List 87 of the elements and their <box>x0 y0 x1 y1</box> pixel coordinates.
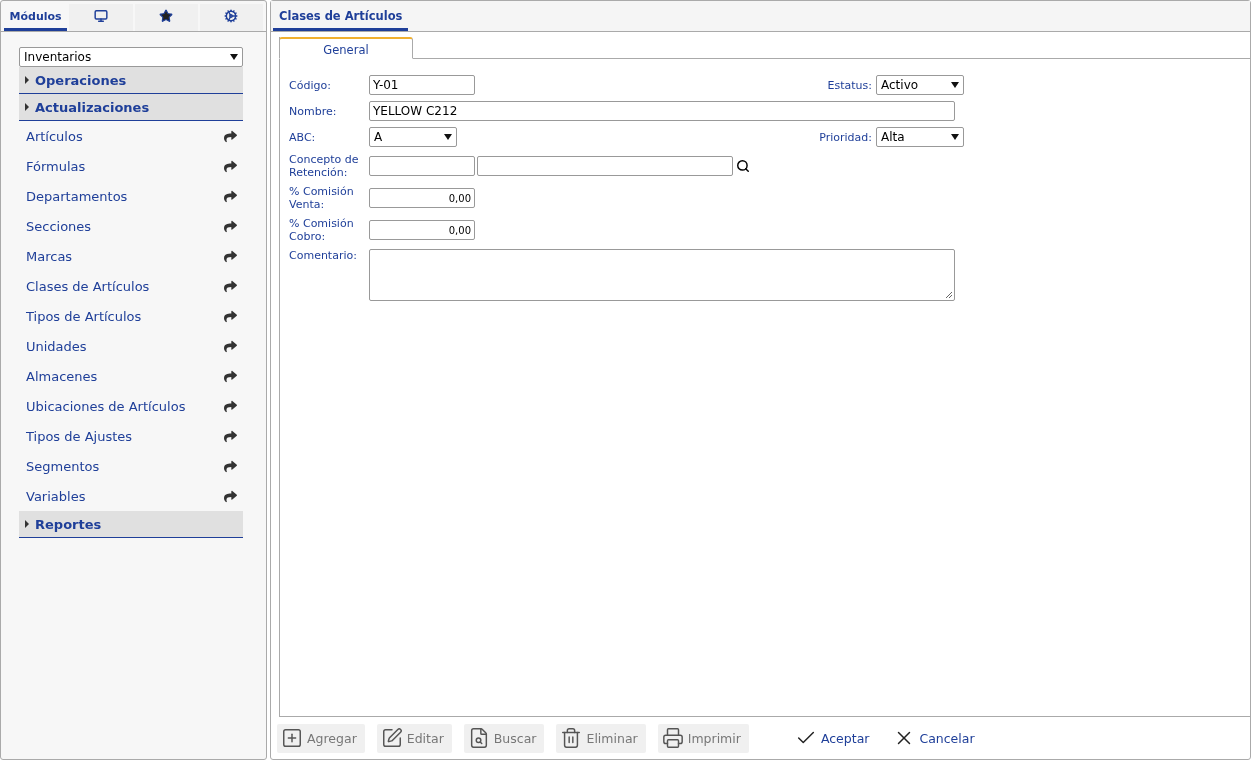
menu-item-label: Departamentos <box>26 188 128 204</box>
add-icon <box>281 727 303 749</box>
menu-item-label: Secciones <box>26 218 92 234</box>
expand-icon <box>25 103 29 111</box>
share-arrow-icon <box>224 219 237 233</box>
menu-item-label: Unidades <box>26 338 87 354</box>
comment-field[interactable] <box>369 249 955 301</box>
monitor-icon <box>93 9 108 23</box>
menu-item-label: Tipos de Ajustes <box>26 428 133 444</box>
trash-icon <box>560 727 583 749</box>
star-icon <box>159 9 174 23</box>
abc-select[interactable]: A <box>369 127 457 147</box>
input-field[interactable]: Y-01 <box>369 75 475 95</box>
field-label: Prioridad: <box>819 130 872 144</box>
sidebar-tab[interactable] <box>69 4 133 31</box>
menu-item-label: Clases de Artículos <box>26 278 150 294</box>
menu-item-label: Marcas <box>26 248 73 264</box>
section-header[interactable]: Actualizaciones <box>19 94 243 121</box>
input-field[interactable]: 0,00 <box>369 188 475 208</box>
field-label: % Comisión Venta: <box>289 185 355 211</box>
caret-icon <box>444 134 452 140</box>
toolbar-button[interactable]: Cancelar <box>889 723 983 753</box>
share-arrow-icon <box>224 369 237 383</box>
menu-item[interactable]: Artículos <box>19 121 243 151</box>
menu-item[interactable]: Unidades <box>19 331 243 361</box>
section-title: Reportes <box>35 516 102 532</box>
field-label: Concepto de Retención: <box>289 153 360 179</box>
field-label: Estatus: <box>827 78 872 92</box>
menu-item[interactable]: Tipos de Ajustes <box>19 421 243 451</box>
section-header[interactable]: Operaciones <box>19 67 243 94</box>
share-arrow-icon <box>224 189 237 203</box>
form-tab[interactable]: General <box>279 37 413 59</box>
menu-item-label: Segmentos <box>26 458 100 474</box>
expand-icon <box>25 76 29 84</box>
field-label: Nombre: <box>289 104 338 118</box>
sidebar-tab[interactable] <box>134 4 198 31</box>
menu-item[interactable]: Variables <box>19 481 243 511</box>
share-arrow-icon <box>224 309 237 323</box>
input-field[interactable] <box>369 156 475 176</box>
section-title: Actualizaciones <box>35 99 150 115</box>
share-arrow-icon <box>224 279 237 293</box>
section-title: Operaciones <box>35 72 127 88</box>
sidebar-tab[interactable] <box>199 4 263 31</box>
main-tab[interactable]: Clases de Artículos <box>273 9 409 31</box>
menu-item[interactable]: Fórmulas <box>19 151 243 181</box>
menu-item-label: Fórmulas <box>26 158 86 174</box>
share-arrow-icon <box>224 489 237 503</box>
share-arrow-icon <box>224 339 237 353</box>
printer-icon <box>661 727 684 749</box>
menu-item[interactable]: Clases de Artículos <box>19 271 243 301</box>
input-field[interactable]: YELLOW C212 <box>369 101 955 121</box>
menu-item[interactable]: Ubicaciones de Artículos <box>19 391 243 421</box>
search-icon[interactable] <box>736 159 750 173</box>
toolbar-button[interactable]: Aceptar <box>790 723 878 753</box>
field-label: % Comisión Cobro: <box>289 217 355 243</box>
field-label: ABC: <box>289 130 317 144</box>
caret-icon <box>951 82 959 88</box>
module-select[interactable]: Inventarios <box>19 47 243 67</box>
edit-icon <box>380 727 403 749</box>
menu-item[interactable]: Tipos de Artículos <box>19 301 243 331</box>
menu-item-label: Tipos de Artículos <box>26 308 142 324</box>
menu-item-label: Almacenes <box>26 368 98 384</box>
menu-item[interactable]: Marcas <box>19 241 243 271</box>
share-arrow-icon <box>224 159 237 173</box>
field-label: Comentario: <box>289 249 358 262</box>
menu-item[interactable]: Segmentos <box>19 451 243 481</box>
menu-item[interactable]: Almacenes <box>19 361 243 391</box>
share-arrow-icon <box>224 399 237 413</box>
caret-icon <box>230 54 238 60</box>
menu-item[interactable]: Secciones <box>19 211 243 241</box>
expand-icon <box>25 520 29 528</box>
share-arrow-icon <box>224 459 237 473</box>
menu-item[interactable]: Departamentos <box>19 181 243 211</box>
menu-item-label: Variables <box>26 488 86 504</box>
field-label: Código: <box>289 78 332 92</box>
resize-grip-icon <box>945 291 953 299</box>
priority-select[interactable]: Alta <box>876 127 964 147</box>
section-header[interactable]: Reportes <box>19 511 243 538</box>
share-arrow-icon <box>224 249 237 263</box>
caret-icon <box>951 134 959 140</box>
share-arrow-icon <box>224 429 237 443</box>
share-arrow-icon <box>224 129 237 143</box>
status-select[interactable]: Activo <box>876 75 964 95</box>
menu-item-label: Ubicaciones de Artículos <box>26 398 186 414</box>
input-field[interactable]: 0,00 <box>369 220 475 240</box>
menu-item-label: Artículos <box>26 128 83 144</box>
input-field[interactable] <box>477 156 733 176</box>
